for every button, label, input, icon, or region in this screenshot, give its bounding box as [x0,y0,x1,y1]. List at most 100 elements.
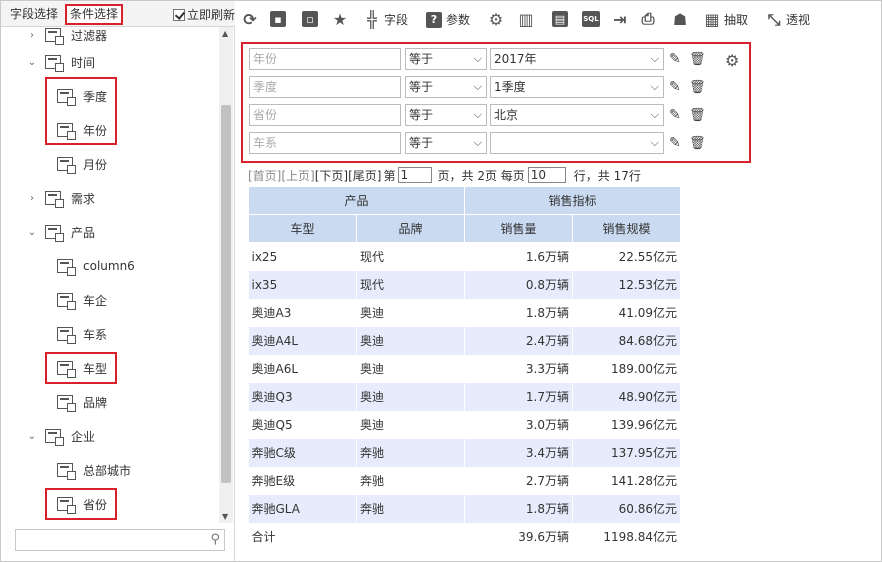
sql-icon: SQL [582,11,600,27]
table-cell: 1.8万辆 [464,298,573,327]
user-button[interactable]: ☗ [672,9,692,29]
chevron-down-icon[interactable]: ⌵ [474,77,482,97]
table-cell: ix35 [248,270,357,299]
next-page-link[interactable]: [下页] [315,167,348,184]
operator-select[interactable]: 等于 ⌵ [405,132,487,154]
chevron-down-icon[interactable]: ⌵ [651,133,659,153]
tree-node[interactable]: 车企 [45,288,107,312]
table-cell: 1198.84亿元 [572,522,681,551]
table-cell: 奔驰E级 [248,466,357,495]
operator-select[interactable]: 等于 ⌵ [405,104,487,126]
extract-button[interactable]: ▦ 抽取 [704,10,749,29]
page-prefix: 第 [383,168,396,183]
pivot-button[interactable]: ⤡ 透视 [766,10,811,29]
tree-node[interactable]: ⌄ 产品 [27,220,95,244]
param-button[interactable]: ? 参数 [426,11,470,28]
tree-node[interactable]: 车系 [45,322,107,346]
table-row: 奥迪Q3 奥迪 1.7万辆 48.90亿元 [248,382,681,411]
tree-node[interactable]: column6 [45,254,135,278]
delete-icon[interactable]: 🗑 [689,52,706,67]
scroll-thumb[interactable] [221,105,231,483]
condition-field[interactable]: 省份 [249,104,401,126]
chevron-down-icon[interactable]: ⌄ [27,57,37,68]
column-header[interactable]: 销售规模 [572,214,681,243]
tree-search-input[interactable]: ⚲ [15,529,225,551]
tree-scrollbar[interactable]: ▲ ▼ [219,27,233,523]
search-icon[interactable]: ⚲ [210,532,220,547]
tree-node[interactable]: 年份 [45,118,107,142]
chevron-down-icon[interactable]: ⌄ [27,227,37,238]
value-select[interactable]: 1季度 ⌵ [490,76,664,98]
field-button[interactable]: ╬ 字段 [364,10,408,29]
scroll-down-icon[interactable]: ▼ [222,512,228,521]
tree-node[interactable]: › 过滤器 [27,27,107,47]
pivot-label: 透视 [786,13,811,27]
per-page-input[interactable]: 10 [527,167,566,183]
condition-field[interactable]: 年份 [249,48,401,70]
condition-field[interactable]: 季度 [249,76,401,98]
operator-select[interactable]: 等于 ⌵ [405,76,487,98]
refresh-button[interactable]: ⟳ [242,10,262,29]
checkbox-checked-icon[interactable] [173,8,185,21]
tree-node[interactable]: 总部城市 [45,458,131,482]
favorite-button[interactable]: ★ [332,10,352,29]
extract-label: 抽取 [724,13,749,27]
chevron-down-icon[interactable]: ⌄ [27,431,37,442]
chevron-right-icon[interactable]: › [27,30,37,41]
column-header[interactable]: 品牌 [356,214,465,243]
highlight-box [45,352,117,384]
scroll-up-icon[interactable]: ▲ [222,29,228,38]
edit-icon[interactable]: ✎ [669,135,687,151]
tree-node-label: 时间 [71,55,96,70]
chevron-down-icon[interactable]: ⌵ [651,77,659,97]
tab-field-select[interactable]: 字段选择 [7,5,61,26]
table-cell: 奥迪A6L [248,354,357,383]
tree-node[interactable]: 月份 [45,152,107,176]
tree-node[interactable]: 品牌 [45,390,107,414]
sql-button[interactable]: SQL [582,11,604,27]
gear-icon[interactable]: ⚙ [725,51,739,70]
condition-field[interactable]: 车系 [249,132,401,154]
user-settings-icon: ☗ [672,9,688,29]
tree-node[interactable]: ⌄ 时间 [27,50,95,74]
operator-select[interactable]: 等于 ⌵ [405,48,487,70]
delete-icon[interactable]: 🗑 [689,80,706,95]
page-number-input[interactable]: 1 [397,167,432,183]
export-button[interactable]: ⇥ [612,10,632,29]
value-select[interactable]: 2017年 ⌵ [490,48,664,70]
prev-page-link[interactable]: [上页] [281,167,314,184]
chevron-down-icon[interactable]: ⌵ [474,133,482,153]
chevron-down-icon[interactable]: ⌵ [651,105,659,125]
table-cell: 41.09亿元 [572,298,681,327]
field-icon [57,463,76,480]
refresh-checkbox[interactable]: 立即刷新 [173,6,235,23]
value-select[interactable]: 北京 ⌵ [490,104,664,126]
column-header[interactable]: 销售量 [464,214,573,243]
rows-info: 行，共 17行 [573,168,641,183]
table-button[interactable]: ▤ [552,11,572,27]
last-page-link[interactable]: [尾页] [348,167,381,184]
edit-icon[interactable]: ✎ [669,107,687,123]
value-select[interactable]: ⌵ [490,132,664,154]
chevron-right-icon[interactable]: › [27,193,37,204]
save-as-button[interactable]: ▫ [302,11,322,27]
result-table: 产品 销售指标 车型 品牌 销售量 销售规模 ix25 现代 1.6万辆 22.55亿… [248,186,681,551]
chart-button[interactable]: ▥ [518,10,538,29]
table-row: 奥迪Q5 奥迪 3.0万辆 139.96亿元 [248,410,681,439]
tab-condition-select[interactable]: 条件选择 [65,4,124,25]
chevron-down-icon[interactable]: ⌵ [474,49,482,69]
edit-icon[interactable]: ✎ [669,79,687,95]
delete-icon[interactable]: 🗑 [689,136,706,151]
folder-icon [45,225,64,242]
delete-icon[interactable]: 🗑 [689,108,706,123]
chevron-down-icon[interactable]: ⌵ [474,105,482,125]
edit-icon[interactable]: ✎ [669,51,687,67]
settings-button[interactable]: ⚙ [488,10,508,29]
column-header[interactable]: 车型 [248,214,357,243]
print-button[interactable]: ⎙ [640,9,660,28]
tree-node[interactable]: ⌄ 企业 [27,424,95,448]
save-button[interactable]: ▪ [270,11,290,27]
first-page-link[interactable]: [首页] [248,167,281,184]
tree-node[interactable]: › 需求 [27,186,95,210]
chevron-down-icon[interactable]: ⌵ [651,49,659,69]
